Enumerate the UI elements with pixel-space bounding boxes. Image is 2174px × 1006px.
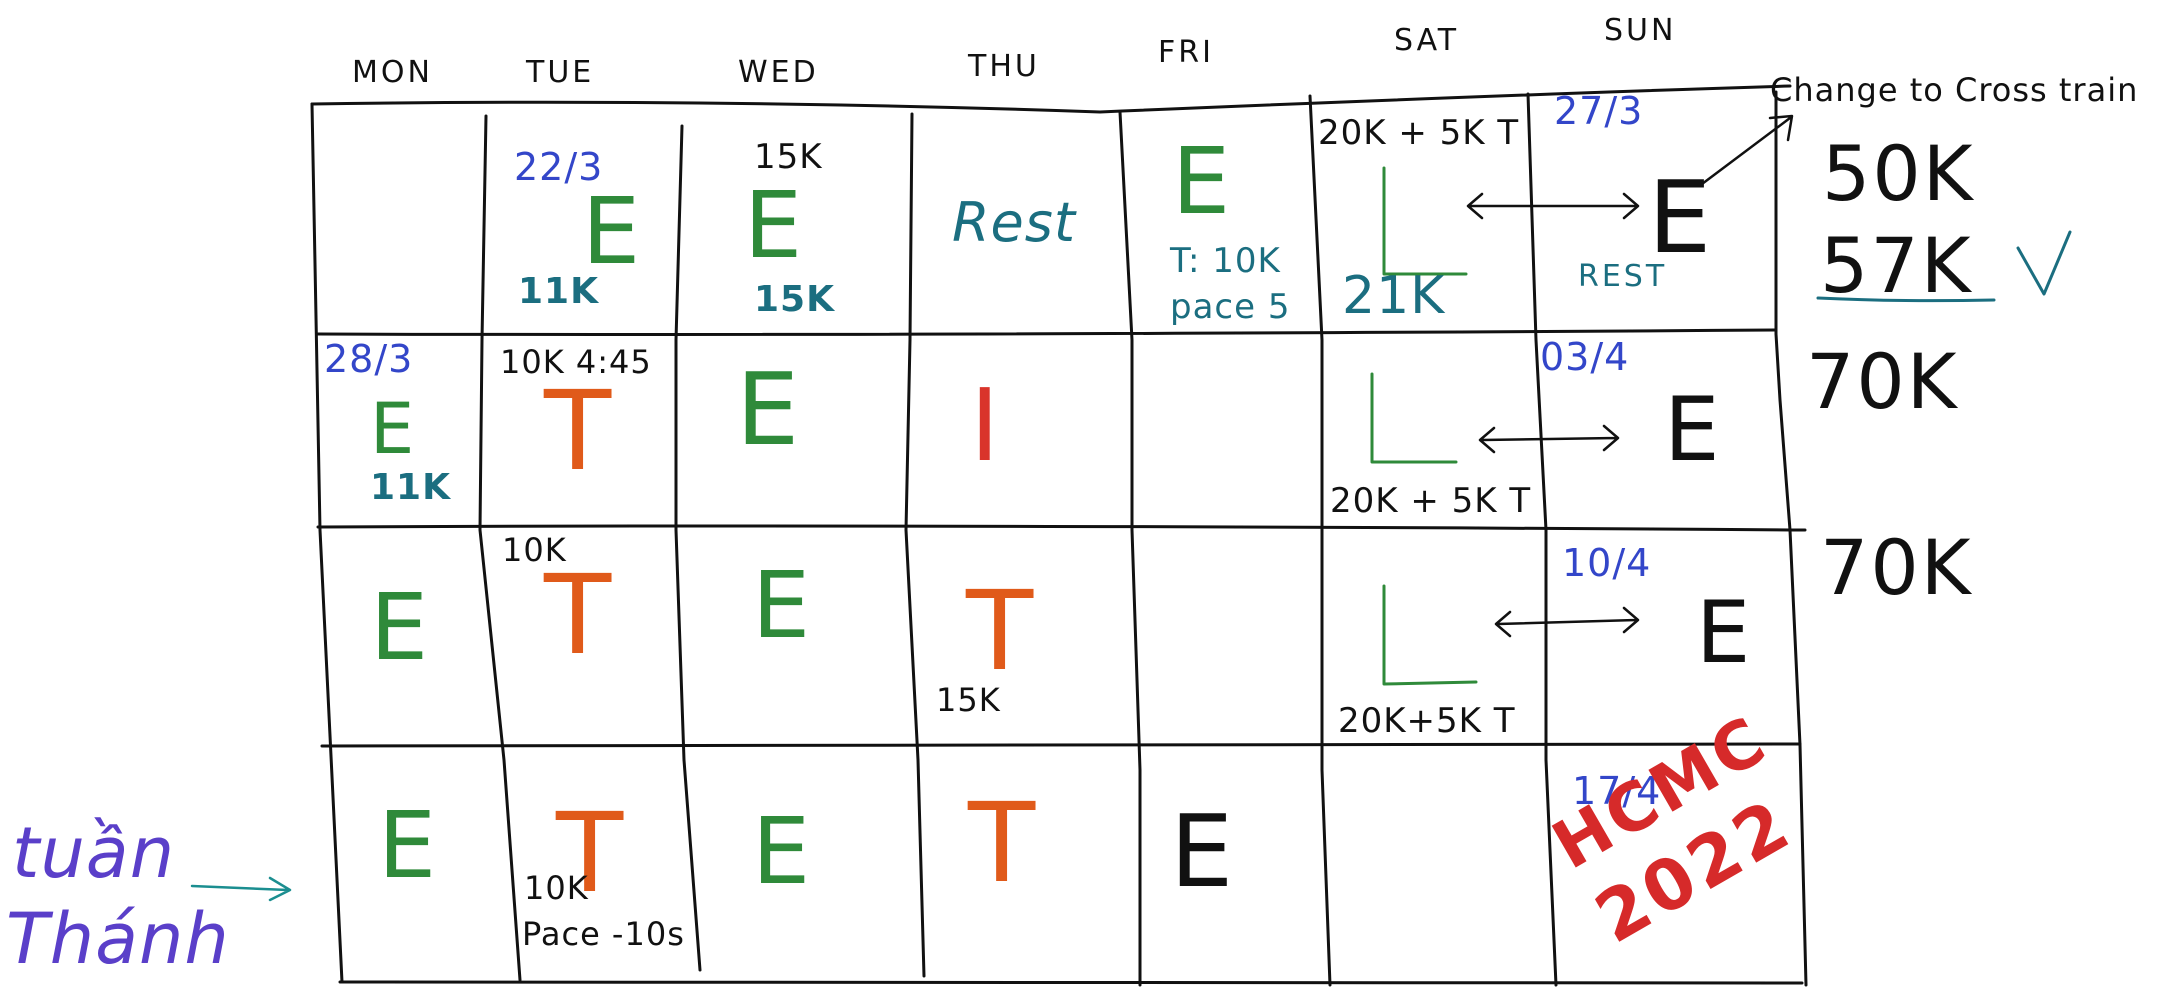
easy-run-letter: E [1172, 128, 1231, 235]
grid-line-wed-thu [904, 112, 926, 978]
weekly-actual-total: 57K [1820, 221, 1973, 310]
tempo-run-letter: T [544, 367, 612, 495]
easy-run-letter: E [736, 351, 800, 468]
day-header-mon: MON [352, 55, 433, 90]
day-header-tue: TUE [526, 55, 595, 90]
checkmark-icon [2016, 230, 2072, 296]
day-header-thu: THU [968, 49, 1040, 84]
distance-label: 15K [754, 279, 835, 320]
week-signature-line1: tuần [12, 812, 176, 894]
easy-run-letter: E [744, 172, 803, 279]
double-arrow-icon [1494, 606, 1640, 638]
interval-run-letter: I [970, 367, 1000, 484]
date-label: 10/4 [1562, 541, 1652, 585]
grid-line-tue-wed [674, 124, 702, 972]
distance-label: 10K [524, 869, 589, 907]
grid-line-row1 [316, 328, 1777, 336]
tempo-run-letter: T [968, 779, 1036, 907]
easy-run-letter: E [370, 388, 415, 470]
distance-label: 11K [518, 271, 599, 312]
weekly-total: 70K [1820, 523, 1973, 612]
long-run-l [1370, 372, 1458, 464]
day-header-sat: SAT [1394, 23, 1460, 58]
easy-run-letter: E [1696, 583, 1751, 683]
distance-label: 15K [754, 137, 823, 177]
easy-run-letter: E [1648, 159, 1712, 276]
grid-line-row2 [316, 524, 1807, 532]
easy-run-letter: E [1170, 793, 1234, 910]
workout-note: 20K+5K T [1338, 701, 1516, 741]
long-run-l [1382, 584, 1478, 686]
grid-line-thu-fri [1118, 110, 1142, 987]
grid-line-bottom [338, 980, 1804, 985]
distance-label: 11K [370, 467, 451, 508]
easy-run-letter: E [378, 792, 437, 899]
week-signature-line2: Thánh [6, 898, 230, 980]
date-label: 27/3 [1554, 89, 1644, 133]
workout-note: 20K + 5K T [1318, 113, 1520, 153]
workout-note: 20K + 5K T [1330, 481, 1532, 521]
workout-note: T: 10K [1170, 241, 1281, 281]
weekly-total: 50K [1822, 129, 1975, 218]
easy-run-letter: E [582, 178, 641, 285]
distance-label: 21K [1342, 266, 1446, 326]
day-header-fri: FRI [1158, 35, 1214, 70]
diagonal-arrow-icon [1700, 114, 1794, 186]
date-label: 28/3 [324, 337, 414, 381]
distance-label: 15K [936, 681, 1001, 719]
grid-line-sat-sun [1526, 92, 1558, 987]
easy-run-letter: E [752, 798, 811, 905]
day-header-sun: SUN [1604, 13, 1677, 48]
training-plan-board: MON TUE WED THU FRI SAT SUN 22/3 E 11K 1… [0, 0, 2174, 1006]
grid-line-fri-sat [1308, 94, 1332, 987]
rest-label: REST [1578, 259, 1668, 294]
workout-note: pace 5 [1170, 287, 1291, 327]
day-header-wed: WED [738, 55, 819, 90]
easy-run-letter: E [370, 574, 429, 681]
rest-label: Rest [952, 191, 1077, 254]
easy-run-letter: E [752, 552, 811, 659]
tempo-run-letter: T [966, 567, 1034, 695]
date-label: 03/4 [1540, 335, 1630, 379]
grid-line-row3 [320, 742, 1802, 748]
weekly-total: 70K [1806, 337, 1959, 426]
cross-train-note: Change to Cross train [1770, 71, 2139, 109]
double-arrow-icon [1478, 424, 1620, 454]
pointer-arrow-icon [190, 876, 292, 902]
easy-run-letter: E [1664, 378, 1720, 481]
grid-line-left [310, 102, 344, 984]
double-arrow-icon [1466, 192, 1640, 220]
tempo-run-letter: T [544, 551, 612, 679]
long-run-l [1382, 166, 1468, 276]
pace-note: Pace -10s [522, 915, 685, 953]
